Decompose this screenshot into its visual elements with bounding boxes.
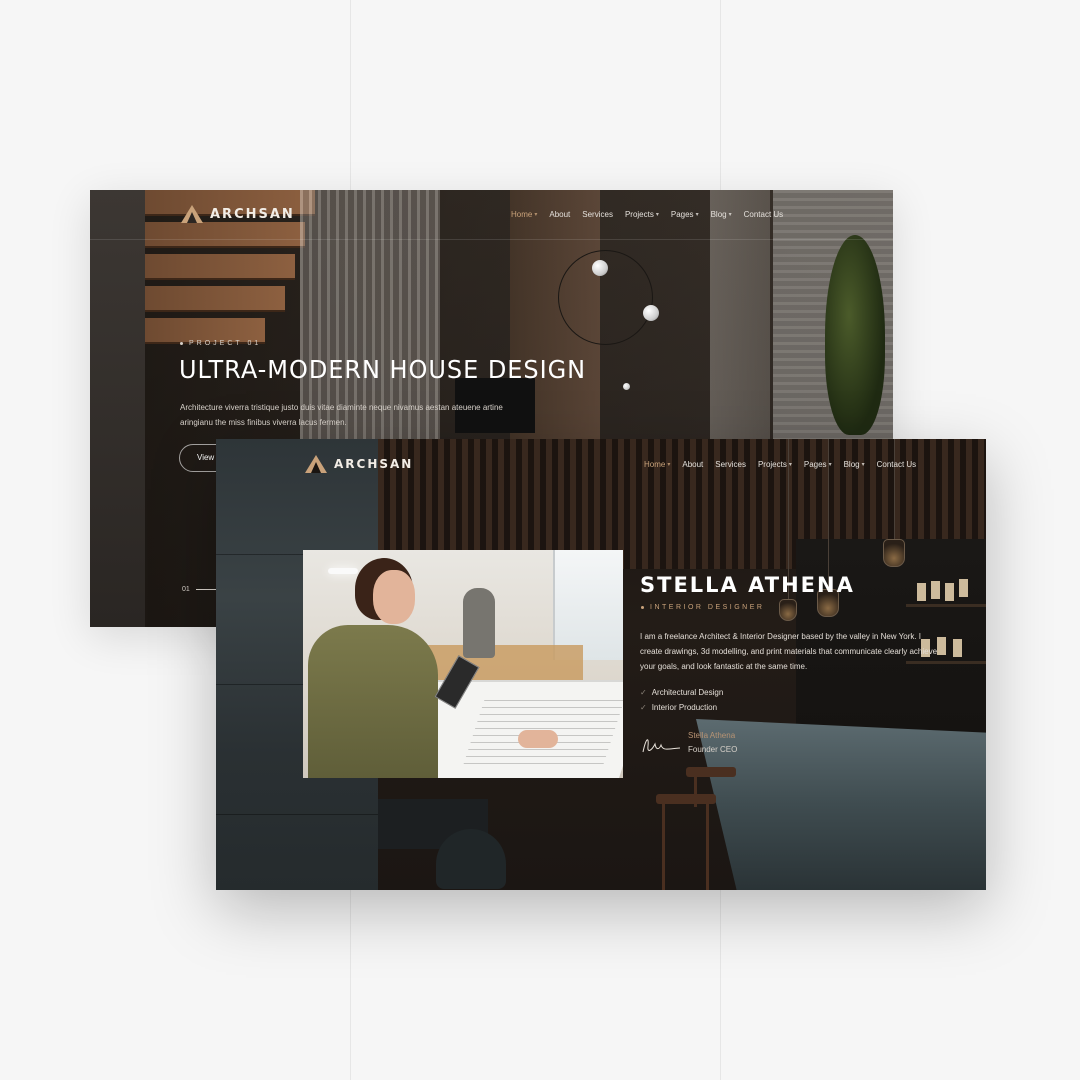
hero-eyebrow: PROJECT 01: [180, 340, 261, 347]
main-navigation: ARCHSAN Home ▾ About Services Projects ▾ P…: [216, 439, 986, 491]
designer-bio-text: I am a freelance Architect & Interior De…: [640, 632, 938, 671]
skills-list: ✓ Architectural Design ✓ Interior Produc…: [640, 685, 723, 715]
triangle-logo-icon: [305, 455, 327, 473]
nav-item-blog[interactable]: Blog ▾: [711, 210, 732, 219]
chevron-down-icon: ▾: [788, 462, 792, 468]
triangle-logo-icon: [181, 205, 203, 223]
chevron-down-icon: ▾: [828, 462, 832, 468]
list-item: ✓ Architectural Design: [640, 688, 724, 697]
chevron-down-icon: ▾: [655, 212, 659, 218]
about-page-screenshot: ARCHSAN Home ▾ About Services Projects ▾ P…: [216, 439, 986, 890]
nav-item-about[interactable]: About: [549, 210, 570, 219]
nav-item-contact[interactable]: Contact Us: [744, 210, 784, 219]
chevron-down-icon: ▾: [861, 462, 865, 468]
slide-indicator[interactable]: 01: [182, 586, 220, 593]
designer-photo: [303, 550, 623, 778]
nav-item-blog[interactable]: Blog ▾: [844, 460, 865, 469]
logo-text: ARCHSAN: [210, 206, 295, 222]
list-item: ✓ Interior Production: [640, 703, 718, 712]
signature-role: Founder CEO: [688, 745, 738, 754]
hero-description: Architecture viverra tristique justo dui…: [180, 403, 503, 427]
nav-menu: Home ▾ About Services Projects ▾ Pages ▾ Bl…: [644, 460, 916, 469]
main-navigation: ARCHSAN Home ▾ About Services Projects ▾ P…: [90, 190, 893, 240]
designer-role: INTERIOR DESIGNER: [641, 604, 764, 611]
signature-image: [642, 739, 681, 753]
hero-title: ULTRA-MODERN HOUSE DESIGN: [179, 355, 587, 384]
nav-item-pages[interactable]: Pages ▾: [671, 210, 699, 219]
nav-item-projects[interactable]: Projects ▾: [625, 210, 659, 219]
designer-name: STELLA ATHENA: [640, 573, 855, 597]
bullet-dot-icon: [641, 606, 644, 609]
nav-item-projects[interactable]: Projects ▾: [758, 460, 792, 469]
chevron-down-icon: ▾: [667, 462, 671, 468]
nav-menu: Home ▾ About Services Projects ▾ Pages ▾ Bl…: [511, 210, 783, 219]
nav-item-services[interactable]: Services: [582, 210, 613, 219]
check-icon: ✓: [640, 703, 647, 712]
logo-text: ARCHSAN: [334, 457, 414, 471]
site-logo[interactable]: ARCHSAN: [180, 204, 295, 224]
chevron-down-icon: ▾: [695, 212, 699, 218]
nav-item-services[interactable]: Services: [715, 460, 746, 469]
nav-item-home[interactable]: Home ▾: [511, 210, 537, 219]
nav-item-contact[interactable]: Contact Us: [877, 460, 917, 469]
bullet-dot-icon: [180, 342, 183, 345]
site-logo[interactable]: ARCHSAN: [304, 454, 413, 474]
signature-name: Stella Athena: [688, 731, 736, 740]
chevron-down-icon: ▾: [728, 212, 732, 218]
check-icon: ✓: [640, 688, 647, 697]
nav-item-home[interactable]: Home ▾: [644, 460, 670, 469]
chevron-down-icon: ▾: [534, 212, 538, 218]
nav-item-pages[interactable]: Pages ▾: [804, 460, 832, 469]
nav-item-about[interactable]: About: [682, 460, 703, 469]
